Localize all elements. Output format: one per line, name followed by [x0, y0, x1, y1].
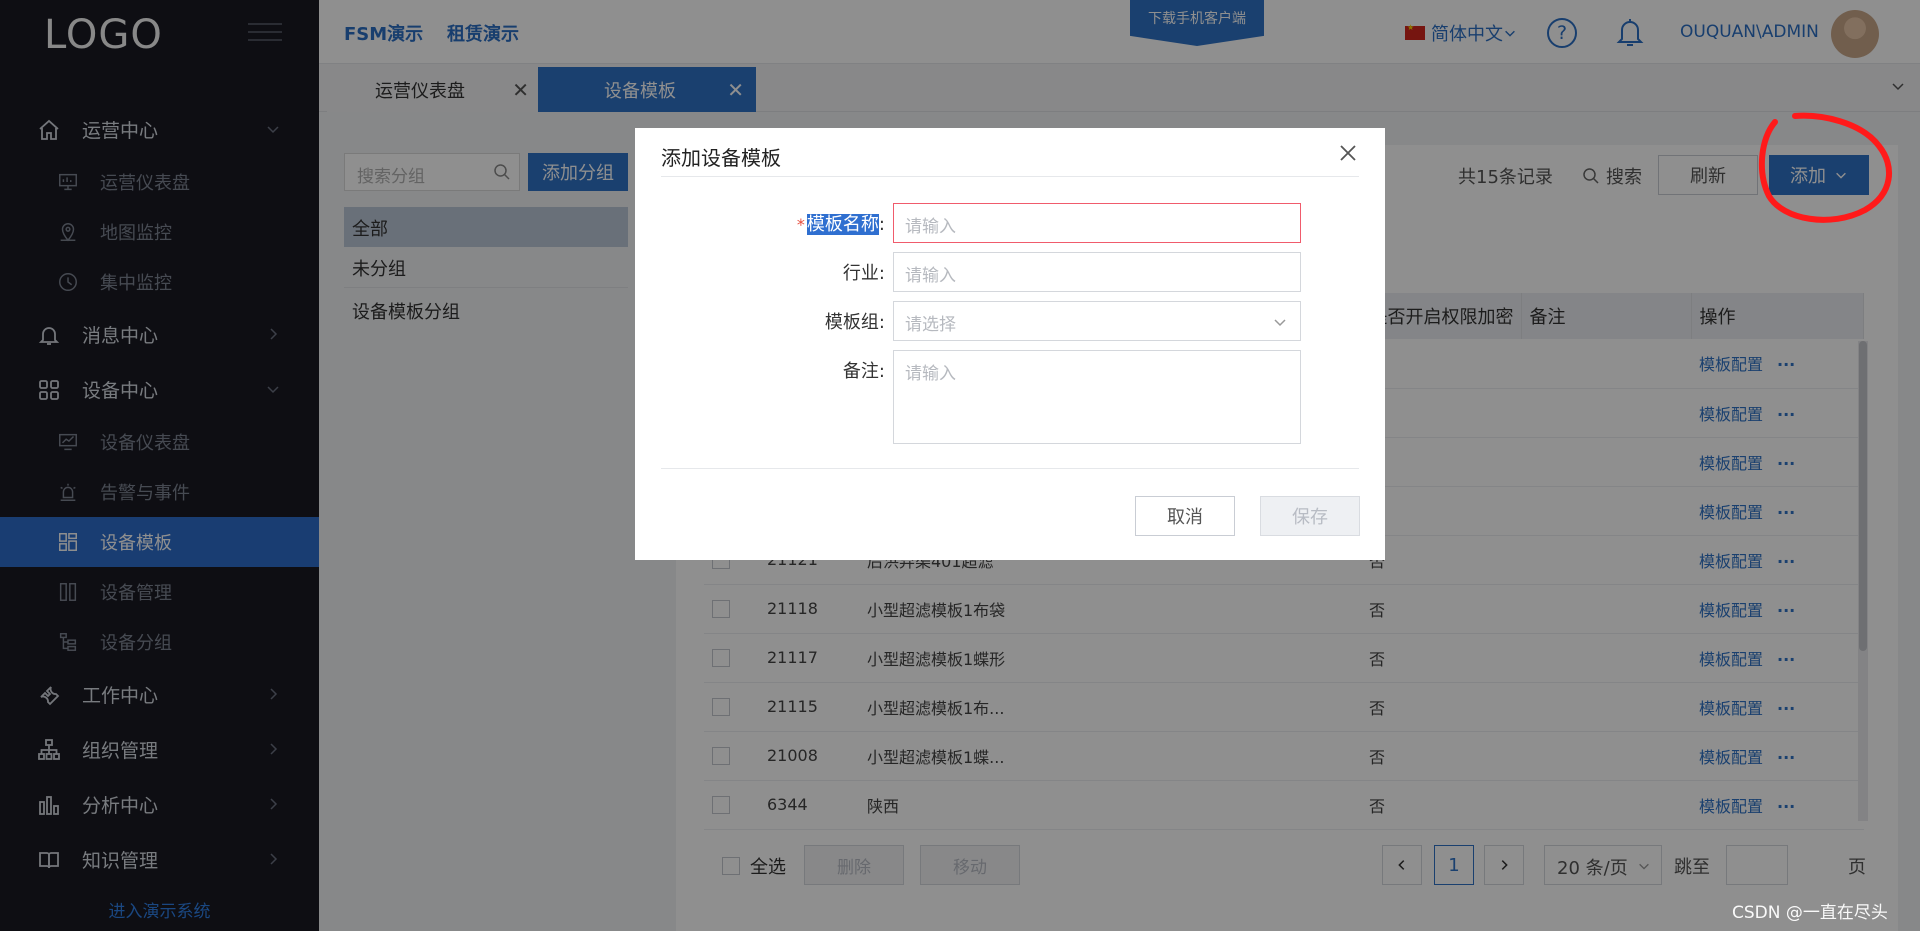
remark-textarea[interactable]: 请输入: [893, 350, 1301, 444]
divider: [661, 468, 1359, 469]
template-name-label-text: 模板名称: [806, 214, 879, 235]
watermark: CSDN @一直在尽头: [1732, 903, 1888, 923]
input-placeholder: 请输入: [905, 266, 956, 286]
cancel-button[interactable]: 取消: [1135, 496, 1235, 536]
dialog-title: 添加设备模板: [661, 146, 781, 170]
remark-label-text: 备注: [842, 361, 879, 382]
annotation-circle: [1758, 112, 1893, 223]
template-name-input[interactable]: 请输入: [893, 203, 1301, 243]
chevron-down-icon: [1274, 319, 1286, 327]
select-placeholder: 请选择: [905, 315, 956, 335]
remark-label: 备注:: [842, 361, 885, 382]
textarea-placeholder: 请输入: [905, 364, 956, 384]
close-icon[interactable]: [1337, 142, 1359, 164]
required-asterisk: *: [796, 215, 805, 234]
template-group-label-text: 模板组: [824, 312, 879, 333]
industry-label-text: 行业: [842, 263, 879, 284]
template-group-select[interactable]: 请选择: [893, 301, 1301, 341]
divider: [661, 176, 1359, 177]
industry-input[interactable]: 请输入: [893, 252, 1301, 292]
save-button[interactable]: 保存: [1260, 496, 1360, 536]
input-placeholder: 请输入: [905, 217, 956, 237]
add-template-dialog: 添加设备模板 * 模板名称: 请输入 行业: 请输入 模板组: 请选择 备注: 请…: [635, 128, 1385, 560]
industry-label: 行业:: [842, 263, 885, 284]
template-group-label: 模板组:: [824, 312, 885, 333]
template-name-label: * 模板名称:: [796, 214, 885, 235]
